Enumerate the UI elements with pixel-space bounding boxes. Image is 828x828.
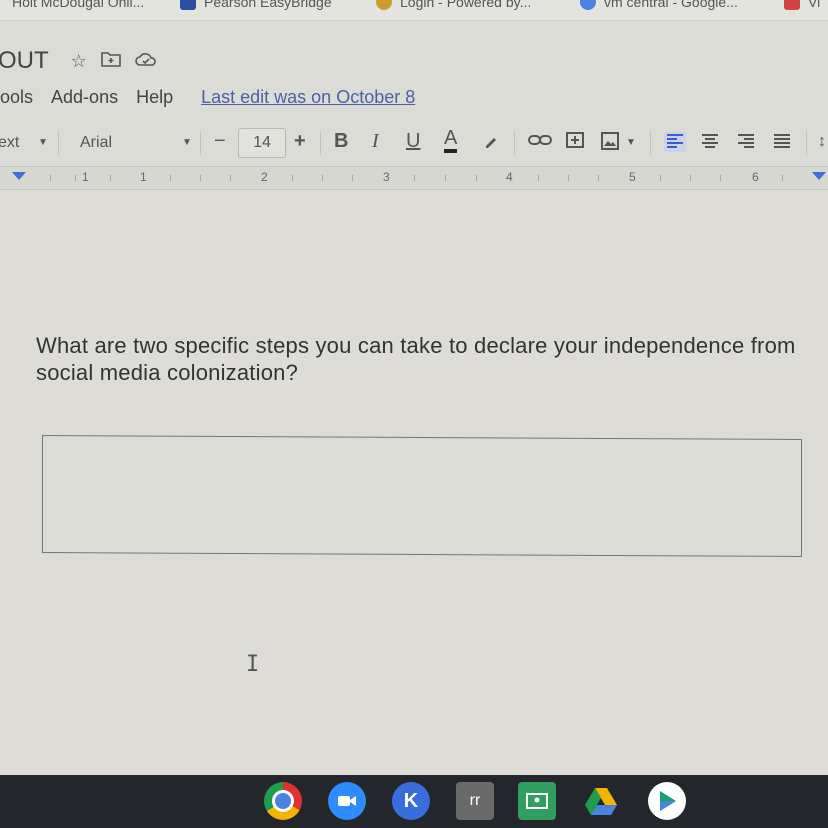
zoom-icon[interactable] [328,782,366,820]
decrease-font-size-button[interactable]: − [214,130,226,153]
image-dropdown-icon[interactable]: ▼ [626,137,636,148]
style-select[interactable]: ext [0,134,19,152]
google-icon [580,0,596,10]
cloud-saved-icon[interactable] [135,51,157,72]
increase-font-size-button[interactable]: + [294,130,306,153]
insert-image-icon[interactable] [600,131,620,151]
classroom-label: rr [469,792,481,809]
text-cursor-icon: I [246,652,260,677]
font-dropdown-icon[interactable]: ▼ [182,137,192,148]
bookmark-label: Holt McDougal Onli... [12,0,145,10]
vi-icon [784,0,800,10]
bookmark-label: Pearson EasyBridge [204,0,332,10]
bookmark-label: vm central - Google... [604,0,738,10]
kami-label: K [403,789,419,812]
bookmark-login[interactable]: Login - Powered by... [376,0,531,10]
question-text: What are two specific steps you can take… [36,333,796,385]
answer-box[interactable] [42,435,802,557]
pearson-icon [180,0,196,10]
doc-title-row: OUT ☆ [0,44,157,78]
style-dropdown-icon[interactable]: ▼ [38,137,48,148]
align-left-icon[interactable] [664,132,686,152]
bookmark-label: Login - Powered by... [400,0,532,10]
font-size-input[interactable]: 14 [238,128,286,158]
star-icon[interactable]: ☆ [71,51,87,72]
ruler-number: 3 [383,170,390,184]
play-store-icon[interactable] [648,782,686,820]
align-justify-icon[interactable] [772,133,792,151]
left-indent-marker[interactable] [12,172,26,180]
align-center-icon[interactable] [700,133,720,151]
italic-button[interactable]: I [372,130,379,153]
bookmark-vm-central[interactable]: vm central - Google... [580,0,738,10]
move-folder-icon[interactable] [101,51,121,72]
bookmark-holt[interactable]: Holt McDougal Onli... [4,0,144,10]
link-icon[interactable] [528,133,552,147]
ruler-number: 1 [82,170,89,184]
classroom-tile-icon[interactable]: rr [456,782,494,820]
menu-bar: ools Add-ons Help Last edit was on Octob… [0,84,433,110]
google-classroom-icon[interactable] [518,782,556,820]
last-edit-link[interactable]: Last edit was on October 8 [201,87,415,108]
bold-button[interactable]: B [334,130,348,153]
kami-icon[interactable]: K [392,782,430,820]
align-right-icon[interactable] [736,133,756,151]
bookmarks-bar: Holt McDougal Onli... Pearson EasyBridge… [0,0,828,21]
font-select[interactable]: Arial [80,134,112,152]
bookmark-vi[interactable]: Vi [784,0,820,10]
menu-addons[interactable]: Add-ons [51,87,118,108]
add-comment-icon[interactable] [565,131,585,151]
formatting-toolbar: ext ▼ Arial ▼ − 14 + B I U A ▼ ↕ [0,124,828,162]
line-spacing-icon[interactable]: ↕ [818,133,826,151]
chrome-icon[interactable] [264,782,302,820]
bookmark-pearson[interactable]: Pearson EasyBridge [180,0,332,10]
ruler-number: 6 [752,170,759,184]
ruler-number: 5 [629,170,636,184]
ruler-number: 2 [261,170,268,184]
ruler-number: 4 [506,170,513,184]
ruler-number: 1 [140,170,147,184]
drive-icon[interactable] [582,782,620,820]
menu-tools[interactable]: ools [0,87,33,108]
right-indent-marker[interactable] [812,172,826,180]
menu-help[interactable]: Help [136,87,173,108]
text-color-button[interactable]: A [444,127,458,153]
login-icon [376,0,392,10]
bookmark-label: Vi [808,0,821,10]
highlight-icon[interactable] [482,132,500,150]
doc-title[interactable]: OUT [0,47,49,75]
underline-button[interactable]: U [406,130,420,153]
ruler[interactable]: 1 1 2 3 4 5 6 [0,166,828,190]
